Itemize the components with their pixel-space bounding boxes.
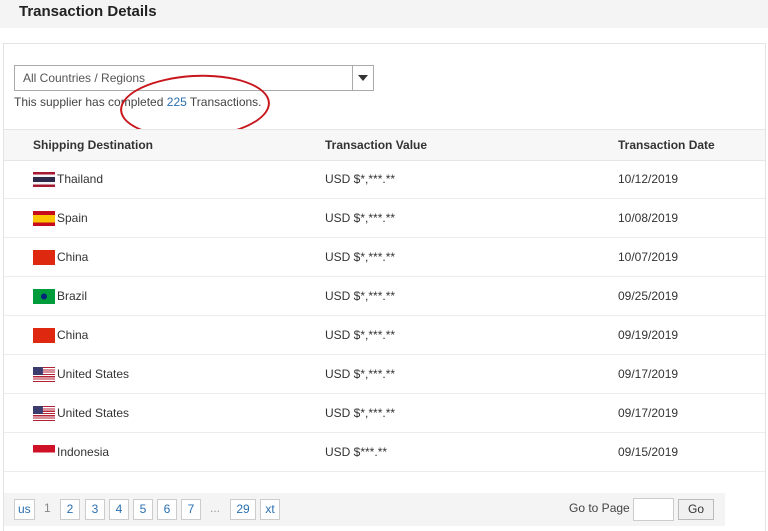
transaction-value: USD $*,***.** bbox=[325, 367, 396, 381]
transaction-date: 09/25/2019 bbox=[618, 289, 679, 303]
table-row: Spain USD $*,***.** 10/08/2019 bbox=[4, 199, 765, 238]
go-button[interactable]: Go bbox=[678, 499, 714, 520]
thailand-flag-icon bbox=[33, 172, 55, 187]
china-flag-icon bbox=[33, 250, 55, 265]
brazil-flag-icon bbox=[33, 289, 55, 304]
column-transaction-value: Transaction Value bbox=[325, 138, 428, 152]
transaction-date: 09/17/2019 bbox=[618, 367, 679, 381]
column-transaction-date: Transaction Date bbox=[618, 138, 715, 152]
last-page-button[interactable]: 29 bbox=[230, 499, 256, 520]
pagination-ellipsis: ... bbox=[210, 501, 221, 515]
page-button[interactable]: 2 bbox=[60, 499, 80, 520]
table-header: Shipping Destination Transaction Value T… bbox=[4, 129, 765, 161]
table-row: China USD $*,***.** 09/19/2019 bbox=[4, 316, 765, 355]
table-row: United States USD $*,***.** 09/17/2019 bbox=[4, 394, 765, 433]
next-page-button[interactable]: xt bbox=[260, 499, 280, 520]
page-button[interactable]: 7 bbox=[181, 499, 201, 520]
column-shipping-destination: Shipping Destination bbox=[33, 138, 153, 152]
transaction-date: 09/17/2019 bbox=[618, 406, 679, 420]
chevron-down-icon[interactable] bbox=[352, 66, 373, 90]
us-flag-icon bbox=[33, 406, 55, 421]
table-row: China USD $*,***.** 10/07/2019 bbox=[4, 238, 765, 277]
title-bar: Transaction Details bbox=[0, 0, 768, 28]
transaction-value: USD $*,***.** bbox=[325, 406, 396, 420]
china-flag-icon bbox=[33, 328, 55, 343]
page-button[interactable]: 6 bbox=[157, 499, 177, 520]
shipping-destination: China bbox=[57, 250, 89, 264]
page-button[interactable]: 5 bbox=[133, 499, 153, 520]
us-flag-icon bbox=[33, 367, 55, 382]
transaction-date: 09/19/2019 bbox=[618, 328, 679, 342]
shipping-destination: Brazil bbox=[57, 289, 88, 303]
table-row: Indonesia USD $***.** 09/15/2019 bbox=[4, 433, 765, 472]
indonesia-flag-icon bbox=[33, 445, 55, 460]
shipping-destination: Indonesia bbox=[57, 445, 110, 459]
table-row: Brazil USD $*,***.** 09/25/2019 bbox=[4, 277, 765, 316]
page-button[interactable]: 4 bbox=[109, 499, 129, 520]
page-title: Transaction Details bbox=[19, 3, 157, 20]
page-button[interactable]: 3 bbox=[85, 499, 105, 520]
transaction-value: USD $*,***.** bbox=[325, 211, 396, 225]
previous-page-button[interactable]: us bbox=[14, 499, 35, 520]
transaction-value: USD $*,***.** bbox=[325, 250, 396, 264]
transaction-value: USD $*,***.** bbox=[325, 289, 396, 303]
spain-flag-icon bbox=[33, 211, 55, 226]
transaction-value: USD $*,***.** bbox=[325, 328, 396, 342]
transaction-date: 10/12/2019 bbox=[618, 172, 679, 186]
go-to-page-label: Go to Page bbox=[569, 501, 630, 515]
pagination: us 1 2 3 4 5 6 7 ... 29 xt Go to Page Go bbox=[4, 493, 725, 526]
shipping-destination: China bbox=[57, 328, 89, 342]
shipping-destination: Spain bbox=[57, 211, 88, 225]
transaction-date: 09/15/2019 bbox=[618, 445, 679, 459]
select-value: All Countries / Regions bbox=[23, 71, 146, 85]
shipping-destination: Thailand bbox=[57, 172, 104, 186]
table-row: Thailand USD $*,***.** 10/12/2019 bbox=[4, 160, 765, 199]
shipping-destination: United States bbox=[57, 367, 130, 381]
table-row: United States USD $*,***.** 09/17/2019 bbox=[4, 355, 765, 394]
transaction-value: USD $*,***.** bbox=[325, 172, 396, 186]
go-to-page-input[interactable] bbox=[633, 498, 674, 521]
transaction-value: USD $***.** bbox=[325, 445, 388, 459]
transaction-date: 10/07/2019 bbox=[618, 250, 679, 264]
transaction-date: 10/08/2019 bbox=[618, 211, 679, 225]
current-page: 1 bbox=[44, 501, 51, 515]
shipping-destination: United States bbox=[57, 406, 130, 420]
